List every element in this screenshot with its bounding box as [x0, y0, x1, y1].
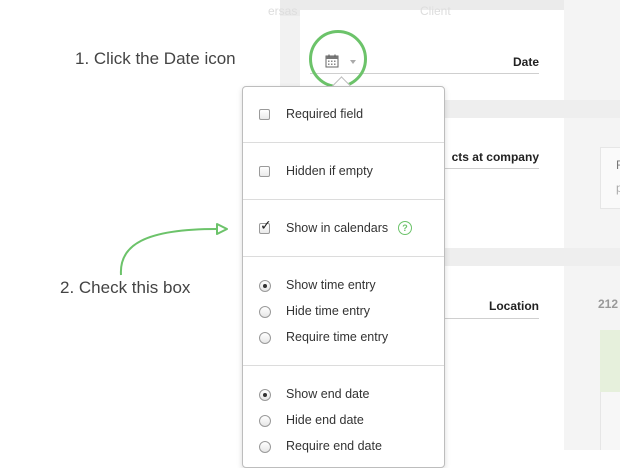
hide-end-date-label: Hide end date — [286, 413, 364, 427]
option-show-in-calendars[interactable]: Show in calendars ? — [243, 218, 444, 240]
require-time-entry-label: Require time entry — [286, 330, 389, 344]
option-required-field[interactable]: Required field — [243, 104, 444, 126]
option-show-end-date[interactable]: Show end date — [243, 384, 444, 406]
faded-header-client: Client — [420, 4, 451, 18]
show-time-entry-label: Show time entry — [286, 278, 376, 292]
hide-end-date-radio[interactable] — [259, 415, 271, 427]
option-hide-end-date[interactable]: Hide end date — [243, 410, 444, 432]
required-field-checkbox[interactable] — [259, 109, 270, 120]
require-end-date-label: Require end date — [286, 439, 382, 453]
show-in-calendars-label: Show in calendars — [286, 221, 389, 235]
faded-header-left: ersas — [268, 4, 298, 18]
field-label-location: Location — [489, 299, 539, 313]
contacts-underline — [443, 168, 539, 169]
required-field-label: Required field — [286, 107, 364, 121]
option-show-time-entry[interactable]: Show time entry — [243, 275, 444, 297]
show-end-date-radio[interactable] — [259, 389, 271, 401]
side-letter-p: p — [616, 181, 620, 195]
side-green-block — [600, 330, 620, 392]
hide-time-entry-label: Hide time entry — [286, 304, 371, 318]
section-divider — [243, 142, 444, 143]
hide-time-entry-radio[interactable] — [259, 306, 271, 318]
require-time-entry-radio[interactable] — [259, 332, 271, 344]
option-hide-time-entry[interactable]: Hide time entry — [243, 301, 444, 323]
field-options-popup: Required field Hidden if empty Show in c… — [242, 86, 445, 468]
side-letter-f: F — [616, 158, 620, 172]
side-number: 212 — [598, 297, 619, 311]
side-panel-box — [600, 147, 620, 209]
instruction-step-1: 1. Click the Date icon — [75, 49, 236, 68]
require-end-date-radio[interactable] — [259, 441, 271, 453]
side-bottom-block — [600, 392, 620, 450]
section-divider — [243, 256, 444, 257]
show-time-entry-radio[interactable] — [259, 280, 271, 292]
instruction-step-2: 2. Check this box — [60, 278, 191, 297]
option-require-time-entry[interactable]: Require time entry — [243, 327, 444, 349]
help-icon[interactable]: ? — [398, 221, 412, 235]
curved-arrow-icon — [119, 223, 228, 276]
section-divider — [243, 199, 444, 200]
location-underline — [443, 318, 539, 319]
option-hidden-if-empty[interactable]: Hidden if empty — [243, 161, 444, 183]
hidden-if-empty-checkbox[interactable] — [259, 166, 270, 177]
hidden-if-empty-label: Hidden if empty — [286, 164, 373, 178]
field-label-date: Date — [512, 55, 539, 69]
show-in-calendars-checkbox[interactable] — [259, 218, 272, 234]
option-require-end-date[interactable]: Require end date — [243, 436, 444, 458]
show-end-date-label: Show end date — [286, 387, 370, 401]
section-divider — [243, 365, 444, 366]
